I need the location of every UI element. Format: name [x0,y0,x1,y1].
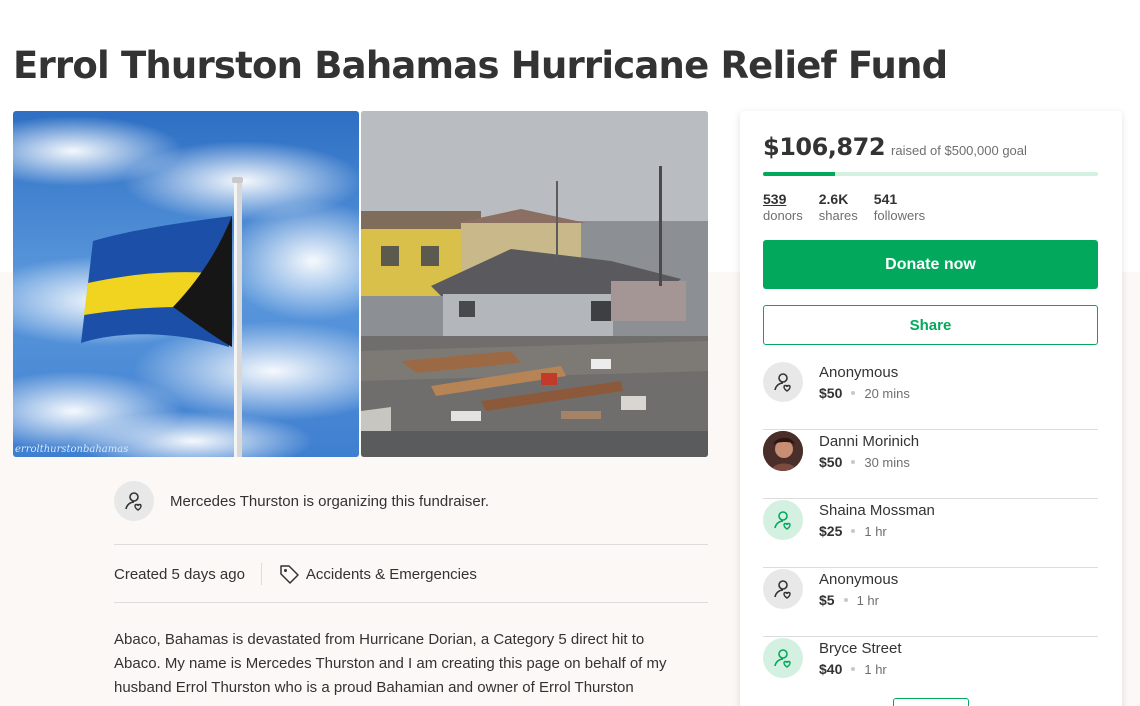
campaign-meta: Created 5 days ago Accidents & Emergenci… [114,562,477,586]
donation-sidebar-card: $106,872 raised of $500,000 goal 539 don… [740,111,1122,706]
separator-dot [851,667,856,671]
divider [114,602,708,603]
donation-item: Anonymous $5 1 hr [763,568,1098,637]
separator-dot [851,391,856,395]
campaign-photo-damage[interactable] [361,111,708,457]
category-link[interactable]: Accidents & Emergencies [306,566,477,583]
followers-label: followers [873,208,926,223]
user-photo-icon [763,431,803,471]
donation-amount: $5 [819,592,835,608]
donor-avatar [763,500,803,540]
donation-item: Danni Morinich $50 30 mins [763,430,1098,499]
donation-time: 1 hr [864,661,887,677]
donor-name: Bryce Street [819,640,902,657]
donor-avatar [763,362,803,402]
campaign-photo-flag[interactable]: errolthurstonbahamas [13,111,359,457]
donation-item: Anonymous $50 20 mins [763,361,1098,430]
donation-amount: $40 [819,661,843,677]
separator-dot [843,598,848,602]
donor-name: Danni Morinich [819,433,920,450]
donors-count[interactable]: 539 [763,191,803,208]
stat-shares: 2.6K shares [819,191,858,224]
followers-count: 541 [873,191,898,207]
raised-amount: $106,872 [763,133,886,161]
donation-time: 1 hr [856,592,879,608]
stat-donors[interactable]: 539 donors [763,191,803,224]
share-button[interactable]: Share [763,305,1098,345]
page-title: Errol Thurston Bahamas Hurricane Relief … [13,44,948,87]
donor-avatar [763,638,803,678]
raised-summary: $106,872 raised of $500,000 goal [763,133,1027,161]
person-heart-icon [774,580,791,599]
organizer-avatar[interactable] [114,481,154,521]
donor-name: Anonymous [819,364,899,381]
donor-avatar [763,569,803,609]
person-heart-icon [774,373,791,392]
person-heart-icon [125,492,142,511]
bahamas-flag-image [13,111,359,457]
person-heart-icon [774,511,791,530]
organizer-text: Mercedes Thurston is organizing this fun… [170,492,490,510]
donor-avatar-photo [763,431,803,471]
donation-item: Shaina Mossman $25 1 hr [763,499,1098,568]
divider [114,544,708,545]
separator-dot [851,460,856,464]
donation-time: 1 hr [864,523,887,539]
story-line: Abaco. My name is Mercedes Thurston and … [114,655,667,672]
donors-label: donors [763,208,803,223]
shares-label: shares [818,208,858,223]
progress-bar [763,172,1098,176]
stat-followers: 541 followers [874,191,925,224]
donor-name: Anonymous [819,571,899,588]
donation-time: 30 mins [864,454,910,470]
donation-time: 20 mins [864,385,910,401]
donation-amount: $50 [819,454,843,470]
tag-icon [278,563,300,585]
donation-amount: $25 [819,523,843,539]
campaign-stats: 539 donors 2.6K shares 541 followers [763,191,925,224]
photo-watermark: errolthurstonbahamas [15,444,129,455]
donation-amount: $50 [819,385,843,401]
separator-dot [851,529,856,533]
story-text: Abaco, Bahamas is devastated from Hurric… [114,628,708,700]
story-line: husband Errol Thurston who is a proud Ba… [114,679,634,696]
shares-count: 2.6K [818,191,849,207]
donate-now-button[interactable]: Donate now [763,240,1098,289]
person-heart-icon [774,649,791,668]
see-all-button[interactable] [893,698,969,706]
donor-name: Shaina Mossman [819,502,935,519]
meta-separator [260,563,262,585]
goal-text: raised of $500,000 goal [891,143,1027,158]
created-date: Created 5 days ago [114,565,245,583]
donation-item: Bryce Street $40 1 hr [763,637,1098,706]
organizer-row: Mercedes Thurston is organizing this fun… [114,481,708,521]
hurricane-damage-image [361,111,708,457]
progress-fill [763,172,835,176]
story-line: Abaco, Bahamas is devastated from Hurric… [114,631,645,648]
